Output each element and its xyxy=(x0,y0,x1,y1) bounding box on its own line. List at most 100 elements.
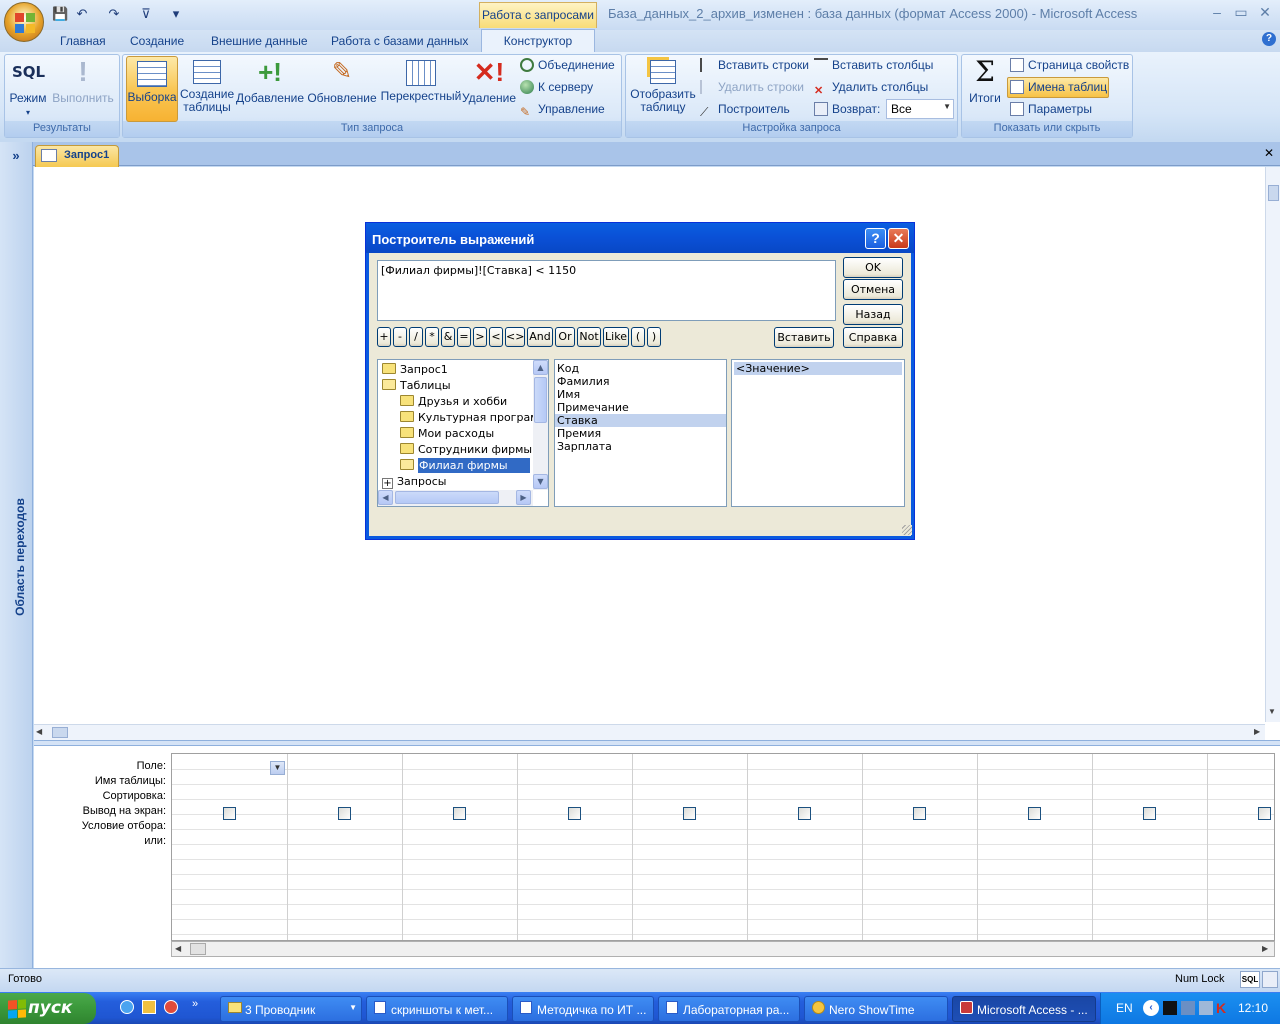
language-indicator[interactable]: EN xyxy=(1116,1001,1133,1015)
operator-button[interactable]: ) xyxy=(647,327,661,347)
show-checkbox[interactable] xyxy=(1028,807,1041,820)
insert-columns-button[interactable]: Вставить столбцы xyxy=(814,58,933,78)
tree-item[interactable]: + Запросы xyxy=(378,474,548,490)
ok-button[interactable]: OK xyxy=(843,257,903,278)
tree-scroll-down-icon[interactable]: ▼ xyxy=(533,474,548,489)
view-button[interactable]: SQL Режим ▾ xyxy=(6,56,50,122)
operator-button[interactable]: Not xyxy=(577,327,601,347)
undo-button[interactable]: Назад xyxy=(843,304,903,325)
show-checkbox[interactable] xyxy=(338,807,351,820)
vertical-scrollbar[interactable]: ▼ xyxy=(1265,167,1280,722)
show-checkbox[interactable] xyxy=(1258,807,1271,820)
scroll-right-icon[interactable]: ▶ xyxy=(1254,727,1260,736)
run-button[interactable]: ! Выполнить xyxy=(52,56,114,122)
tray-network-icon[interactable] xyxy=(1181,1001,1195,1015)
sql-view-status-button[interactable]: SQL xyxy=(1240,971,1260,988)
operator-button[interactable]: = xyxy=(457,327,471,347)
tree-item[interactable]: Сотрудники фирмы xyxy=(378,442,548,458)
tab-database-tools[interactable]: Работа с базами данных xyxy=(331,30,468,52)
tree-scroll-thumb[interactable] xyxy=(534,377,547,423)
field-dropdown-icon[interactable]: ▼ xyxy=(270,761,285,775)
make-table-button[interactable]: Создание таблицы xyxy=(180,56,234,122)
document-close-icon[interactable]: ✕ xyxy=(1262,146,1276,162)
show-table-button[interactable]: Отобразить таблицу xyxy=(628,56,698,122)
append-button[interactable]: +! Добавление xyxy=(236,56,304,122)
paste-button[interactable]: Вставить xyxy=(774,327,834,348)
fields-list[interactable]: Код Фамилия Имя Примечание Ставка Премия Зарпл… xyxy=(554,359,727,507)
task-lab[interactable]: Лабораторная ра... xyxy=(658,996,800,1022)
resize-grip-icon[interactable] xyxy=(902,525,912,535)
design-grid[interactable]: ▼ xyxy=(171,753,1275,941)
operator-button[interactable]: + xyxy=(377,327,391,347)
minimize-button[interactable]: – xyxy=(1204,4,1230,24)
operator-button[interactable]: <> xyxy=(505,327,525,347)
tree-item[interactable]: Таблицы xyxy=(378,378,548,394)
tab-create[interactable]: Создание xyxy=(130,30,184,52)
show-checkbox[interactable] xyxy=(453,807,466,820)
close-button[interactable]: ✕ xyxy=(1252,4,1278,24)
quicklaunch-desktop-icon[interactable] xyxy=(142,1000,156,1014)
nav-pane-toggle[interactable]: » xyxy=(6,148,26,164)
crosstab-button[interactable]: Перекрестный xyxy=(380,56,462,122)
field-item[interactable]: Ставка xyxy=(555,414,726,427)
field-item[interactable]: Зарплата xyxy=(555,440,726,453)
help-icon[interactable]: ? xyxy=(1262,32,1276,46)
operator-button[interactable]: * xyxy=(425,327,439,347)
delete-columns-button[interactable]: ✕ Удалить столбцы xyxy=(814,80,928,100)
property-sheet-button[interactable]: Страница свойств xyxy=(1010,58,1129,78)
grid-scroll-thumb[interactable] xyxy=(190,943,206,955)
task-nero[interactable]: Nero ShowTime xyxy=(804,996,948,1022)
tree-scroll-right-icon[interactable]: ▶ xyxy=(516,490,531,505)
field-item[interactable]: Имя xyxy=(555,388,726,401)
operator-button[interactable]: / xyxy=(409,327,423,347)
undo-icon[interactable]: ↶ xyxy=(74,6,90,22)
field-item[interactable]: Премия xyxy=(555,427,726,440)
design-view-status-button[interactable] xyxy=(1262,971,1278,988)
grid-scroll-left-icon[interactable]: ◀ xyxy=(175,944,181,953)
dialog-help-button[interactable]: ? xyxy=(865,228,886,249)
quicklaunch-ie-icon[interactable] xyxy=(120,1000,134,1014)
tree-scroll-left-icon[interactable]: ◀ xyxy=(378,490,393,505)
operator-button[interactable]: Or xyxy=(555,327,575,347)
save-icon[interactable]: 💾 xyxy=(52,6,68,22)
tree-item[interactable]: Филиал фирмы xyxy=(378,458,548,474)
scroll-left-icon[interactable]: ◀ xyxy=(36,727,42,736)
field-item[interactable]: Примечание xyxy=(555,401,726,414)
show-checkbox[interactable] xyxy=(798,807,811,820)
operator-button[interactable]: < xyxy=(489,327,503,347)
operator-button[interactable]: & xyxy=(441,327,455,347)
operator-button[interactable]: And xyxy=(527,327,553,347)
builder-button[interactable]: ⟋ Построитель xyxy=(700,102,790,122)
totals-button[interactable]: Σ Итоги xyxy=(964,56,1006,122)
show-checkbox[interactable] xyxy=(568,807,581,820)
task-screenshots[interactable]: скриншоты к мет... xyxy=(366,996,508,1022)
office-button[interactable] xyxy=(4,2,44,42)
quicklaunch-opera-icon[interactable] xyxy=(164,1000,178,1014)
scroll-down-icon[interactable]: ▼ xyxy=(1268,707,1276,716)
expression-box[interactable]: [Филиал фирмы]![Ставка] < 1150 xyxy=(377,260,836,321)
tree-item[interactable]: Мои расходы xyxy=(378,426,548,442)
tree-hscroll[interactable]: ◀ ▶ xyxy=(378,490,533,506)
dialog-help-text-button[interactable]: Справка xyxy=(843,327,903,348)
show-checkbox[interactable] xyxy=(913,807,926,820)
hscroll-thumb[interactable] xyxy=(52,727,68,738)
parameters-button[interactable]: Параметры xyxy=(1010,102,1092,122)
field-item[interactable]: Код xyxy=(555,362,726,375)
delete-rows-button[interactable]: Удалить строки xyxy=(700,80,804,100)
horizontal-scrollbar[interactable]: ◀ ▶ xyxy=(34,724,1265,740)
show-checkbox[interactable] xyxy=(223,807,236,820)
update-button[interactable]: ✎ Обновление xyxy=(306,56,378,122)
show-checkbox[interactable] xyxy=(683,807,696,820)
select-query-button[interactable]: Выборка xyxy=(126,56,178,122)
tray-expand-icon[interactable]: ‹ xyxy=(1143,1000,1159,1016)
data-definition-button[interactable]: ✎ Управление xyxy=(520,102,605,122)
filter-icon[interactable]: ⊽ xyxy=(138,6,154,22)
scroll-thumb[interactable] xyxy=(1268,185,1279,201)
tray-volume-icon[interactable] xyxy=(1199,1001,1213,1015)
task-access[interactable]: Microsoft Access - ... xyxy=(952,996,1096,1022)
delete-query-button[interactable]: ✕! Удаление xyxy=(462,56,516,122)
field-item[interactable]: Фамилия xyxy=(555,375,726,388)
operator-button[interactable]: - xyxy=(393,327,407,347)
customize-toolbar-icon[interactable]: ▾ xyxy=(168,6,184,22)
tray-antivirus-icon[interactable]: K xyxy=(1216,1001,1230,1015)
